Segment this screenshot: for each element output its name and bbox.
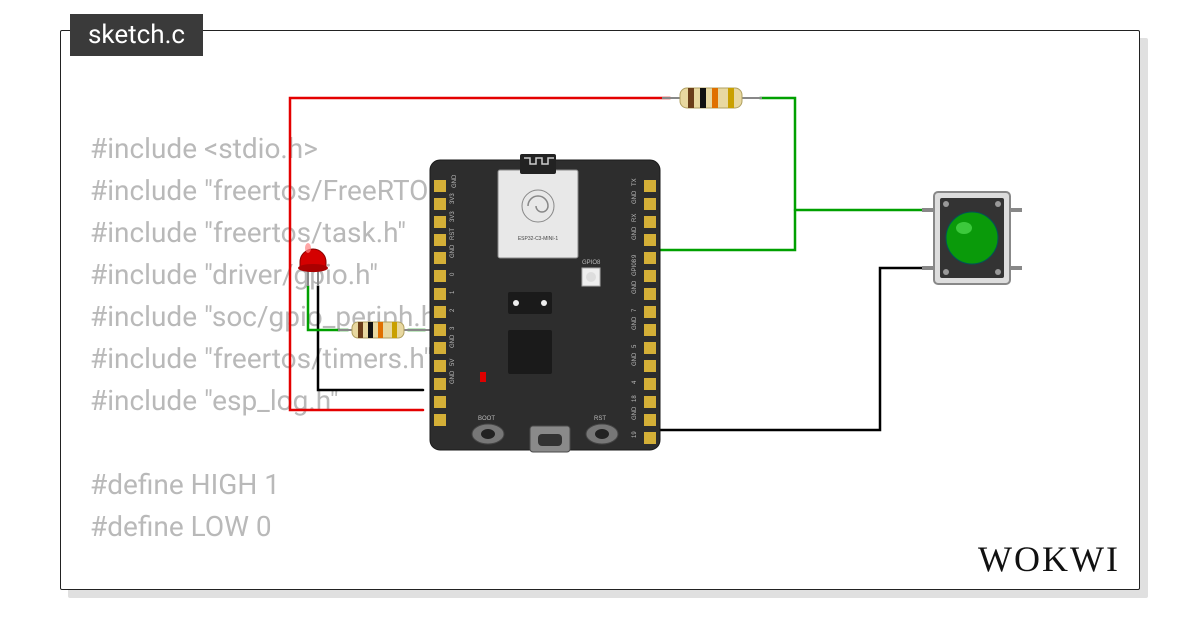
svg-text:GND: GND	[632, 406, 638, 420]
svg-text:RST: RST	[594, 416, 606, 422]
svg-text:GND: GND	[632, 226, 638, 240]
svg-text:19: 19	[632, 431, 638, 438]
svg-text:5V: 5V	[450, 359, 456, 366]
svg-text:GPIO8: GPIO8	[582, 260, 601, 266]
svg-text:18: 18	[632, 395, 638, 402]
svg-text:RST: RST	[450, 228, 456, 240]
wire-resistor-to-pin	[660, 98, 795, 250]
wire-led-to-resistor	[308, 286, 348, 330]
resistor-pullup[interactable]	[662, 88, 762, 108]
svg-text:GND: GND	[450, 370, 456, 384]
svg-text:3V3: 3V3	[450, 211, 456, 222]
svg-text:3V3: 3V3	[450, 193, 456, 204]
svg-text:GPI08: GPI08	[632, 258, 638, 276]
svg-text:GND: GND	[452, 174, 458, 188]
resistor-led[interactable]	[338, 322, 420, 338]
svg-text:GND: GND	[632, 280, 638, 294]
svg-text:GND: GND	[632, 190, 638, 204]
svg-text:RX: RX	[632, 214, 638, 222]
svg-text:TX: TX	[632, 178, 638, 186]
svg-text:GND: GND	[450, 244, 456, 258]
svg-text:GND: GND	[632, 352, 638, 366]
svg-text:GND: GND	[450, 334, 456, 348]
brand-logo: WOKWI	[978, 538, 1120, 580]
chip-label: ESP32-C3-MINI-1	[518, 236, 559, 242]
led-red[interactable]	[298, 243, 328, 286]
wire-button-gnd	[640, 268, 922, 430]
esp32-board[interactable]: GND 3V3 3V3 RST GND 0 1 2 3 GND 5V GND T…	[430, 154, 660, 452]
pushbutton-green[interactable]	[922, 192, 1022, 284]
circuit-canvas: GND 3V3 3V3 RST GND 0 1 2 3 GND 5V GND T…	[60, 30, 1140, 590]
svg-text:BOOT: BOOT	[478, 416, 495, 422]
svg-text:GND: GND	[632, 316, 638, 330]
